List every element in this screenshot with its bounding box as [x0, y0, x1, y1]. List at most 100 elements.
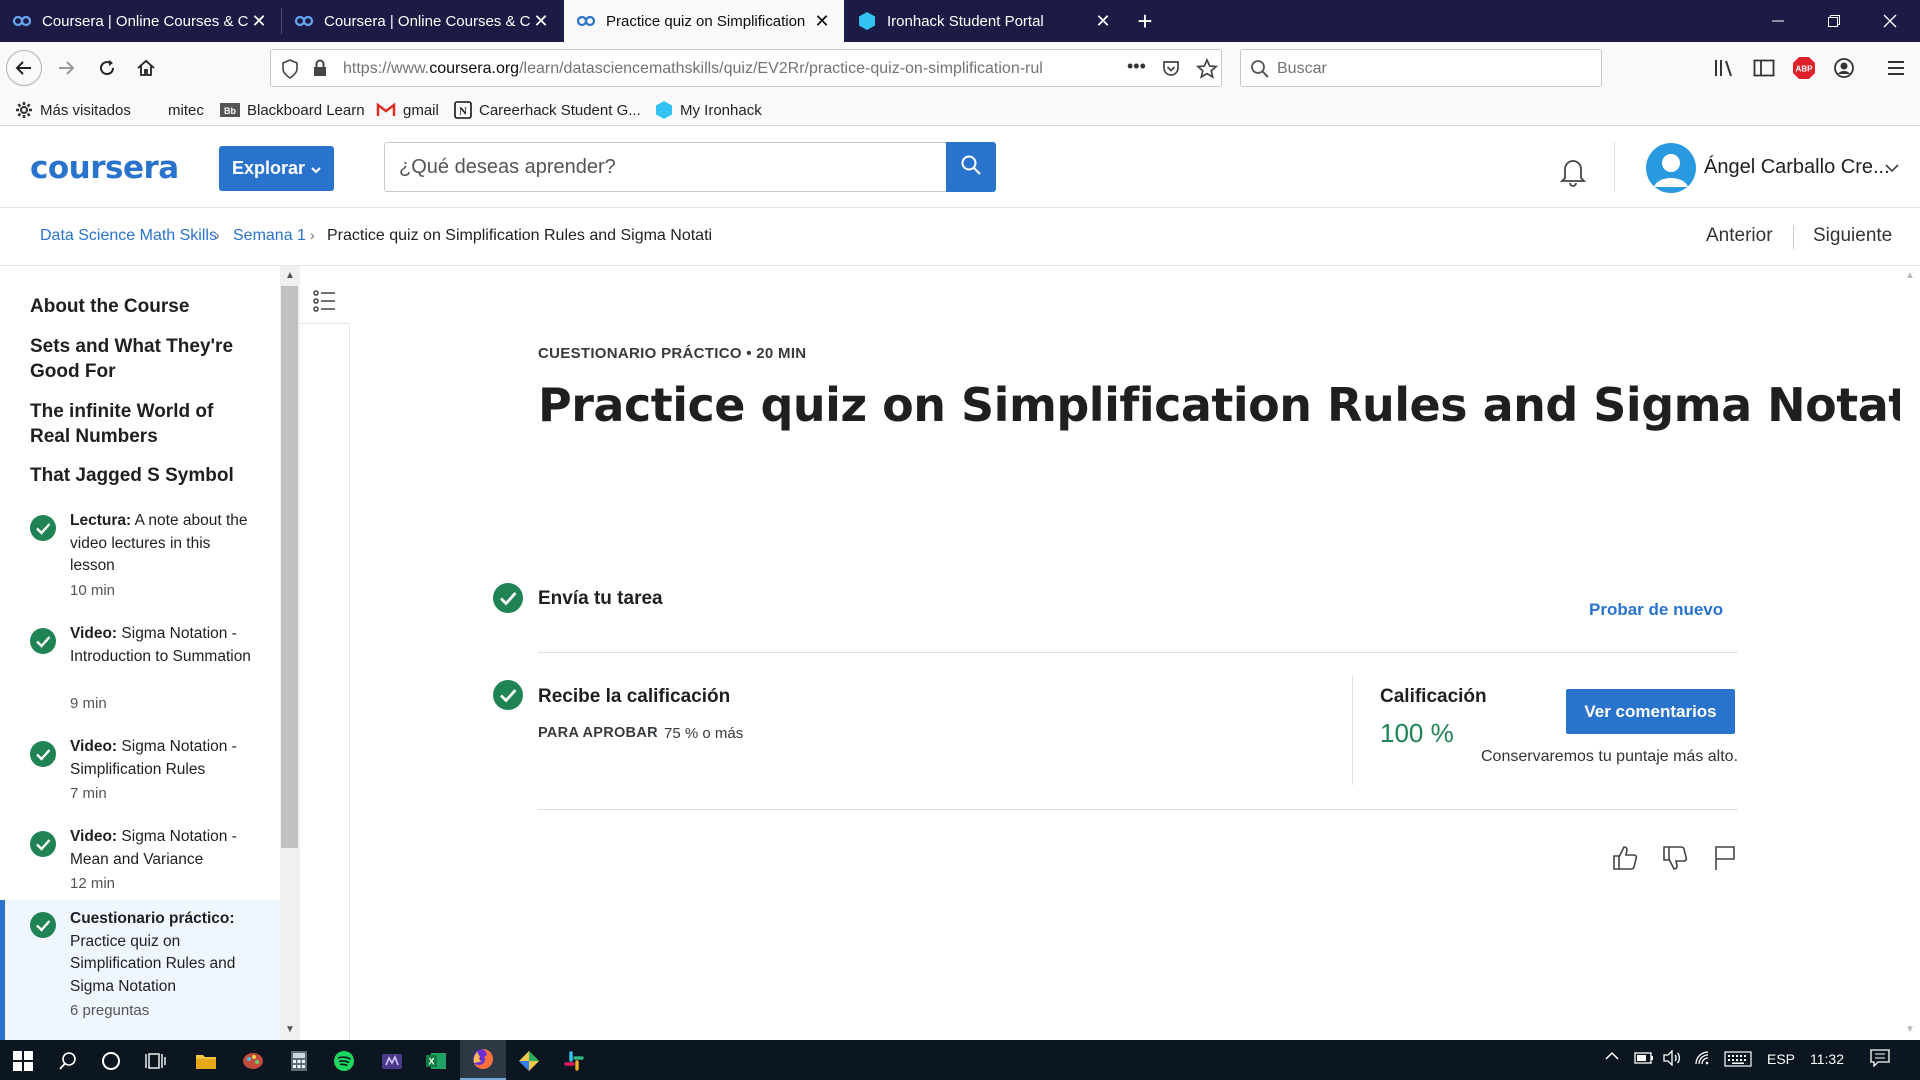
minimize-window-icon[interactable] — [1750, 0, 1806, 42]
course-search-input[interactable]: ¿Qué deseas aprender? — [384, 142, 947, 192]
breadcrumb-week[interactable]: Semana 1 — [233, 227, 306, 245]
outline-item-reading[interactable]: Lectura: A note about the video lectures… — [0, 502, 280, 602]
sidebar-toggle-icon[interactable] — [1752, 56, 1776, 80]
outline-section-real-numbers[interactable]: The infinite World of Real Numbers — [30, 399, 240, 449]
main-scrollbar[interactable]: ▲ ▼ — [1900, 266, 1920, 1040]
scroll-down-icon[interactable]: ▼ — [1905, 1024, 1915, 1035]
slack-icon[interactable] — [561, 1048, 587, 1074]
step-complete-check-icon — [493, 583, 523, 613]
reload-icon[interactable] — [89, 50, 125, 86]
kite-app-icon[interactable] — [516, 1048, 542, 1074]
paint-app-icon[interactable] — [240, 1048, 266, 1074]
browser-search-placeholder: Buscar — [1277, 60, 1327, 77]
outline-section-about[interactable]: About the Course — [30, 294, 240, 319]
task-view-icon[interactable] — [143, 1048, 169, 1074]
tab-title: Practice quiz on Simplification — [606, 12, 806, 30]
game-app-icon[interactable] — [379, 1048, 405, 1074]
forward-arrow-icon[interactable] — [48, 50, 84, 86]
chevron-up-icon[interactable] — [1604, 1049, 1620, 1066]
browser-tab-2[interactable]: Coursera | Online Courses & Cre ✕ — [282, 0, 563, 42]
url-text[interactable]: https://www.coursera.org/learn/datascien… — [343, 60, 1043, 78]
outline-item-video-rules[interactable]: Video: Sigma Notation - Simplification R… — [0, 728, 280, 808]
user-name[interactable]: Ángel Carballo Cre... — [1704, 156, 1890, 179]
outline-item-video-mean[interactable]: Video: Sigma Notation - Mean and Varianc… — [0, 818, 280, 898]
new-tab-icon[interactable]: + — [1130, 4, 1160, 38]
bookmark-most-visited[interactable]: Más visitados — [15, 100, 131, 120]
bookmark-star-icon[interactable] — [1195, 57, 1219, 85]
account-circle-icon[interactable] — [1832, 56, 1856, 80]
bookmark-gmail[interactable]: gmail — [376, 100, 439, 120]
thumbs-up-icon[interactable] — [1610, 843, 1640, 873]
browser-tab-1[interactable]: Coursera | Online Courses & Cre ✕ — [0, 0, 281, 42]
browser-tab-4[interactable]: Ironhack Student Portal ✕ — [845, 0, 1125, 42]
cortana-icon[interactable] — [98, 1048, 124, 1074]
clock-time[interactable]: 11:32 — [1810, 1051, 1844, 1067]
item-duration: 9 min — [70, 695, 107, 712]
scroll-up-icon[interactable]: ▲ — [285, 270, 295, 281]
volume-icon[interactable] — [1662, 1049, 1682, 1069]
battery-icon[interactable] — [1634, 1051, 1654, 1068]
breadcrumb-course[interactable]: Data Science Math Skills — [40, 227, 217, 245]
address-bar[interactable]: https://www.coursera.org/learn/datascien… — [270, 49, 1222, 87]
excel-icon[interactable]: X — [423, 1048, 449, 1074]
outline-item-practice-quiz[interactable]: Cuestionario práctico: Practice quiz on S… — [0, 900, 280, 1040]
close-tab-icon[interactable]: ✕ — [812, 11, 832, 32]
list-icon[interactable] — [310, 286, 340, 316]
file-explorer-icon[interactable] — [193, 1048, 219, 1074]
step-submit-label: Envía tu tarea — [538, 588, 663, 609]
coursera-favicon-icon — [12, 11, 32, 31]
close-window-icon[interactable] — [1862, 0, 1918, 42]
adblock-plus-icon[interactable]: ABP — [1792, 56, 1816, 80]
svg-text:ABP: ABP — [1796, 65, 1814, 74]
outline-section-sets[interactable]: Sets and What They're Good For — [30, 334, 240, 384]
explore-label: Explorar — [231, 158, 306, 178]
close-tab-icon[interactable]: ✕ — [531, 11, 551, 32]
header-divider — [1614, 142, 1615, 192]
restore-window-icon[interactable] — [1806, 0, 1862, 42]
item-kind: Cuestionario práctico: — [70, 910, 235, 927]
menu-hamburger-icon[interactable] — [1884, 56, 1908, 80]
spotify-icon[interactable] — [331, 1048, 357, 1074]
bookmark-blackboard[interactable]: Bb Blackboard Learn — [220, 100, 365, 120]
close-tab-icon[interactable]: ✕ — [1093, 11, 1113, 32]
notification-bell-icon[interactable] — [1556, 154, 1590, 188]
calculator-icon[interactable] — [286, 1048, 312, 1074]
back-arrow-icon[interactable] — [6, 50, 42, 86]
pocket-icon[interactable] — [1161, 59, 1181, 84]
thumbs-down-icon[interactable] — [1660, 843, 1690, 873]
bookmark-my-ironhack[interactable]: My Ironhack — [655, 100, 762, 120]
avatar[interactable] — [1646, 143, 1696, 193]
coursera-logo[interactable]: coursera — [30, 150, 179, 186]
chevron-down-icon[interactable] — [1884, 160, 1900, 176]
library-icon[interactable] — [1712, 56, 1736, 80]
flag-icon[interactable] — [1710, 843, 1740, 873]
browser-nav-bar: https://www.coursera.org/learn/datascien… — [0, 42, 1920, 92]
explore-button[interactable]: Explorar — [219, 146, 334, 191]
bookmark-careerhack[interactable]: N Careerhack Student G... — [454, 100, 641, 120]
home-icon[interactable] — [128, 50, 164, 86]
browser-tab-3[interactable]: Practice quiz on Simplification ✕ — [564, 0, 844, 42]
scroll-up-icon[interactable]: ▲ — [1905, 270, 1915, 281]
page-actions-icon[interactable]: ••• — [1127, 56, 1146, 77]
keyboard-icon[interactable] — [1724, 1051, 1752, 1070]
scroll-down-icon[interactable]: ▼ — [285, 1024, 295, 1035]
view-feedback-button[interactable]: Ver comentarios — [1566, 689, 1735, 734]
notifications-icon[interactable] — [1870, 1049, 1890, 1070]
next-link[interactable]: Siguiente — [1813, 225, 1892, 247]
firefox-taskbar-icon[interactable] — [460, 1040, 506, 1080]
browser-search-bar[interactable]: Buscar — [1240, 49, 1602, 87]
wifi-icon[interactable] — [1694, 1050, 1714, 1069]
outline-item-video-intro[interactable]: Video: Sigma Notation - Introduction to … — [0, 615, 280, 712]
bookmark-mitec[interactable]: mitec — [168, 100, 204, 120]
windows-start-icon[interactable] — [10, 1048, 36, 1074]
outline-section-jagged-s[interactable]: That Jagged S Symbol — [30, 463, 240, 488]
previous-link[interactable]: Anterior — [1706, 225, 1773, 247]
retry-link[interactable]: Probar de nuevo — [1589, 600, 1723, 620]
lock-icon[interactable] — [313, 59, 327, 82]
search-icon[interactable] — [55, 1048, 81, 1074]
close-tab-icon[interactable]: ✕ — [249, 11, 269, 32]
tracking-shield-icon[interactable] — [281, 59, 299, 84]
course-search-button[interactable] — [946, 142, 996, 192]
input-language[interactable]: ESP — [1767, 1051, 1795, 1067]
sidebar-scroll-thumb[interactable] — [281, 286, 298, 848]
